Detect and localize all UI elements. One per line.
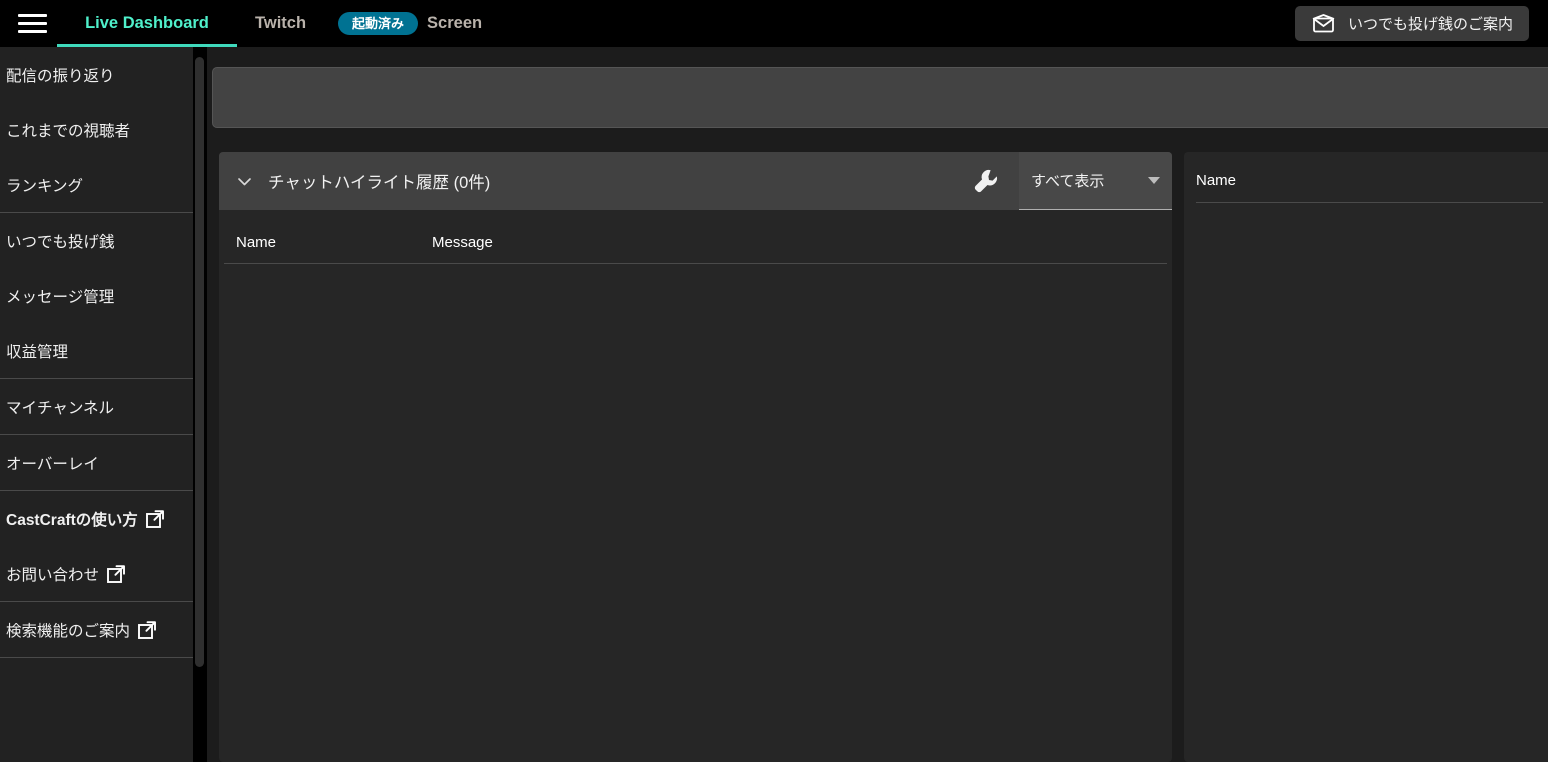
viewer-name-card: Name: [1184, 152, 1548, 762]
sidebar-group: 配信の振り返り これまでの視聴者 ランキング: [0, 47, 193, 213]
hamburger-menu-icon[interactable]: [9, 1, 55, 47]
tab-twitch[interactable]: Twitch: [237, 0, 324, 47]
external-link-icon: [107, 564, 125, 583]
sidebar-scrollbar-thumb[interactable]: [195, 57, 204, 667]
sidebar-item-label: いつでも投げ銭: [6, 233, 115, 251]
tab-bar: Live Dashboard Twitch 起動済み Screen: [57, 0, 496, 47]
chat-table-header: Name Message: [224, 222, 1167, 264]
sidebar-item[interactable]: メッセージ管理: [0, 268, 193, 323]
sidebar-item[interactable]: ランキング: [0, 157, 193, 212]
sidebar-group: マイチャンネル: [0, 379, 193, 435]
tab-screen[interactable]: 起動済み Screen: [324, 0, 496, 47]
viewer-table-header: Name: [1196, 172, 1543, 203]
chevron-down-icon[interactable]: [235, 172, 254, 191]
chat-highlight-header-actions: すべて表示: [971, 152, 1172, 210]
sidebar-item-label: これまでの視聴者: [6, 122, 131, 140]
sidebar-item[interactable]: 配信の振り返り: [0, 47, 193, 102]
chevron-down-icon: [1148, 177, 1160, 184]
chat-table-body: [219, 264, 1172, 754]
chat-highlight-card: チャットハイライト履歴 (0件) すべて表示 Name Message: [219, 152, 1172, 762]
sidebar-item-label: 検索機能のご案内: [6, 622, 131, 640]
sidebar-group: CastCraftの使い方 お問い合わせ: [0, 491, 193, 602]
chat-highlight-header: チャットハイライト履歴 (0件) すべて表示: [219, 152, 1172, 210]
mail-icon: [1312, 14, 1335, 33]
donate-guide-button[interactable]: いつでも投げ銭のご案内: [1294, 6, 1529, 41]
sidebar-item[interactable]: 収益管理: [0, 323, 193, 378]
filter-select[interactable]: すべて表示: [1019, 152, 1172, 210]
sidebar-item-label: ランキング: [6, 177, 84, 195]
sidebar-item-label: オーバーレイ: [6, 455, 99, 473]
donate-guide-label: いつでも投げ銭のご案内: [1347, 16, 1513, 33]
top-bar: Live Dashboard Twitch 起動済み Screen いつでも投げ…: [0, 0, 1548, 47]
sidebar-item-label: CastCraftの使い方: [6, 511, 138, 529]
main-content: チャットハイライト履歴 (0件) すべて表示 Name Message Name: [207, 47, 1548, 762]
sidebar-item-label: お問い合わせ: [6, 566, 100, 584]
column-header-name: Name: [1196, 172, 1237, 189]
app-root: Live Dashboard Twitch 起動済み Screen いつでも投げ…: [0, 0, 1548, 762]
external-link-icon: [138, 620, 156, 639]
viewer-table-body: [1184, 203, 1548, 743]
column-header-name: Name: [236, 234, 277, 251]
sidebar-item-label: メッセージ管理: [6, 288, 115, 306]
hamburger-bar: [17, 14, 47, 17]
sidebar-group: オーバーレイ: [0, 435, 193, 491]
sidebar-item[interactable]: マイチャンネル: [0, 379, 193, 434]
screen-label: Screen: [427, 14, 483, 32]
sidebar-group: いつでも投げ銭 メッセージ管理 収益管理: [0, 213, 193, 379]
column-header-message: Message: [432, 234, 493, 251]
sidebar-item-label: 収益管理: [6, 343, 69, 361]
wrench-icon[interactable]: [971, 166, 1001, 196]
tab-label: Live Dashboard: [85, 14, 209, 32]
sidebar: 配信の振り返り これまでの視聴者 ランキング いつでも投げ銭 メッセージ管理 収益管理 マイ…: [0, 47, 193, 762]
tab-label: Twitch: [255, 14, 307, 32]
sidebar-item-label: 配信の振り返り: [6, 67, 115, 85]
sidebar-item[interactable]: CastCraftの使い方: [0, 491, 193, 546]
hamburger-bar: [17, 30, 47, 33]
hamburger-bar: [17, 22, 47, 25]
sidebar-group: 検索機能のご案内: [0, 602, 193, 658]
status-badge: 起動済み: [338, 12, 419, 35]
tab-live-dashboard[interactable]: Live Dashboard: [57, 0, 237, 47]
content-row: チャットハイライト履歴 (0件) すべて表示 Name Message Name: [219, 152, 1548, 762]
filter-select-value: すべて表示: [1031, 173, 1105, 190]
sidebar-item[interactable]: いつでも投げ銭: [0, 213, 193, 268]
sidebar-item[interactable]: 検索機能のご案内: [0, 602, 193, 657]
chat-highlight-title: チャットハイライト履歴 (0件): [268, 174, 491, 192]
sidebar-item[interactable]: お問い合わせ: [0, 546, 193, 601]
sidebar-item[interactable]: オーバーレイ: [0, 435, 193, 490]
sidebar-item[interactable]: これまでの視聴者: [0, 102, 193, 157]
external-link-icon: [145, 509, 164, 528]
top-info-panel: [212, 67, 1548, 128]
sidebar-item-label: マイチャンネル: [6, 399, 115, 417]
